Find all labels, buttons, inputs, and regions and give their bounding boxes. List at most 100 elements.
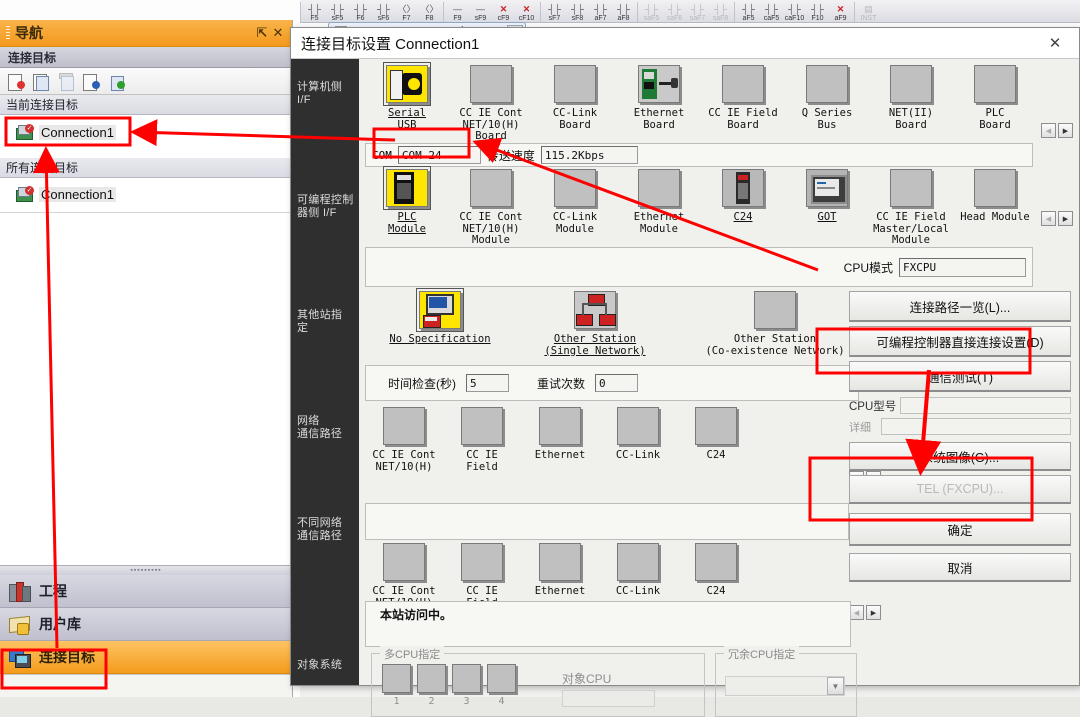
toolbar-button-caf10[interactable]: ┤├ caF10 [783,2,806,23]
device-option[interactable]: GOT [785,169,869,247]
device-option[interactable]: CC IE Cont NET/10(H) [365,407,443,473]
toolbar-button-saf5[interactable]: ┤├ saF5 [640,2,663,23]
device-icon-box[interactable] [695,543,737,581]
ok-button[interactable]: 确定 [849,513,1071,546]
scroll-left-icon[interactable]: ◀ [849,605,864,620]
list-item-connection-current[interactable]: ✓ Connection1 [0,115,292,144]
device-option[interactable]: C24 [677,407,755,473]
toolbar-button-caf5[interactable]: ┤├ caF5 [760,2,783,23]
toolbar-button-saf6[interactable]: ┤├ saF6 [663,2,686,23]
device-icon-box[interactable] [383,166,431,210]
device-icon-box[interactable] [617,407,659,445]
multi-cpu-option[interactable]: 2 [417,664,446,707]
device-option[interactable]: CC IE Field [443,407,521,473]
pc-interface-scroll-arrows[interactable]: ◀ ▶ [1041,123,1073,138]
new-icon[interactable] [7,73,25,91]
device-option[interactable]: CC-Link Board [533,65,617,143]
network-path-icon-row[interactable]: CC IE Cont NET/10(H) CC IE Field Ethernet C… [365,407,755,473]
device-option[interactable]: CC IE Field Board [701,65,785,143]
navigation-splitter[interactable]: ▪▪▪▪▪▪▪▪▪ [0,565,292,575]
device-option[interactable]: CC-Link [599,407,677,473]
copy-icon[interactable] [32,73,50,91]
other-station-icon-row[interactable]: No Specification Other Station (Single Ne… [365,288,875,357]
device-option[interactable]: Other Station (Co-existence Network) [675,291,875,357]
toolbar-button-f10[interactable]: ┤├ F10 [806,2,829,23]
chevron-down-icon[interactable]: ▼ [827,677,844,695]
device-option[interactable]: CC IE Cont NET/10(H) [365,543,443,609]
toolbar-button-saf8[interactable]: ┤├ saF8 [709,2,732,23]
multi-cpu-option[interactable]: 1 [382,664,411,707]
sidebar-item-project[interactable]: 工程 [0,575,292,608]
cpu-mode-select[interactable]: FXCPU [899,257,1026,277]
device-icon-box[interactable] [554,65,596,103]
device-icon-box[interactable] [617,543,659,581]
toolbar-button-sf7[interactable]: ┤├ sF7 [543,2,566,23]
toolbar-button-af9[interactable]: ✕ aF9 [829,2,852,23]
multi-cpu-button[interactable] [417,664,446,693]
plc-interface-icon-row[interactable]: PLC Module CC IE Cont NET/10(H) Module CC-… [365,166,1037,247]
toolbar-button-f5[interactable]: ┤├ F5 [303,2,326,23]
toolbar-button-af5[interactable]: ┤├ aF5 [737,2,760,23]
navigation-toolbar[interactable] [0,68,292,95]
toolbar-button-cf10[interactable]: ✕ cF10 [515,2,538,23]
toolbar-button-af8[interactable]: ┤├ aF8 [612,2,635,23]
scroll-right-icon[interactable]: ▶ [866,605,881,620]
device-icon-box[interactable] [638,65,680,103]
toolbar-button-af7[interactable]: ┤├ aF7 [589,2,612,23]
multi-cpu-option[interactable]: 3 [452,664,481,707]
communication-test-button[interactable]: 通信测试(T) [849,361,1071,392]
toolbar-button-inst[interactable]: ▤ INST [857,2,880,23]
device-option[interactable]: Ethernet [521,543,599,609]
device-icon-box[interactable] [383,407,425,445]
device-icon-box[interactable] [974,169,1016,207]
paste-icon[interactable] [57,72,75,91]
close-icon[interactable]: ✕ [270,25,286,41]
retry-count-input[interactable]: 0 [595,374,639,392]
device-icon-box[interactable] [754,291,796,329]
device-option[interactable]: CC IE Cont NET/10(H) Module [449,169,533,247]
device-icon-box[interactable] [806,65,848,103]
device-icon-box[interactable] [574,291,616,329]
toolbar-button-f6[interactable]: ┤├ F6 [349,2,372,23]
multi-cpu-option[interactable]: 4 [487,664,516,707]
pc-interface-icon-row[interactable]: Serial USB CC IE Cont NET/10(H) Board CC-L… [365,62,1037,143]
device-option[interactable]: PLC Board [953,65,1037,143]
device-icon-box[interactable] [890,169,932,207]
scroll-right-icon[interactable]: ▶ [1058,211,1073,226]
device-option[interactable]: Serial USB [365,62,449,143]
multi-cpu-button[interactable] [452,664,481,693]
device-option[interactable]: Q Series Bus [785,65,869,143]
redundant-cpu-select[interactable]: ▼ [725,676,845,696]
toolbar-button-sf6[interactable]: ┤├ sF6 [372,2,395,23]
sidebar-item-connection-target[interactable]: 连接目标 [0,641,292,674]
multi-cpu-button[interactable] [487,664,516,693]
close-icon[interactable]: ✕ [1035,30,1075,56]
transfer-speed-select[interactable]: 115.2Kbps [540,146,638,164]
scroll-right-icon[interactable]: ▶ [1058,123,1073,138]
scroll-left-icon[interactable]: ◀ [1041,123,1056,138]
target-cpu-input[interactable] [562,690,655,707]
device-icon-box[interactable] [470,65,512,103]
toolbar-button-saf7[interactable]: ┤├ saF7 [686,2,709,23]
cancel-button[interactable]: 取消 [849,553,1071,582]
toolbar-button-cf9[interactable]: ✕ cF9 [492,2,515,23]
device-icon-box[interactable] [539,407,581,445]
plc-interface-scroll-arrows[interactable]: ◀ ▶ [1041,211,1073,226]
refresh-icon[interactable] [107,73,125,91]
device-option[interactable]: C24 [677,543,755,609]
device-icon-box[interactable] [695,407,737,445]
device-icon-box[interactable] [722,65,764,103]
device-icon-box[interactable] [722,169,764,207]
pin-icon[interactable]: ⇱ [254,25,270,41]
toolbar-button-f8[interactable]: 〈〉 F8 [418,2,441,23]
device-option[interactable]: Ethernet Module [617,169,701,247]
diff-network-path-icon-row[interactable]: CC IE Cont NET/10(H)CC IE Field Ethernet C… [365,543,755,609]
connection-path-list-button[interactable]: 连接路径一览(L)... [849,291,1071,322]
device-icon-box[interactable] [806,169,848,207]
program-toolbar[interactable]: ┤├ F5 ┤├ sF5 ┤├ F6 ┤├ sF6 〈〉 F7 〈〉 F8— F9— sF9 ✕ cF9 ✕ cF… [300,0,1080,23]
toolbar-button-sf8[interactable]: ┤├ sF8 [566,2,589,23]
diff-network-scroll-arrows[interactable]: ◀ ▶ [849,605,881,620]
multi-cpu-button[interactable] [382,664,411,693]
device-option[interactable]: Head Module [953,169,1037,247]
com-port-select[interactable]: COM 24 [397,146,481,164]
